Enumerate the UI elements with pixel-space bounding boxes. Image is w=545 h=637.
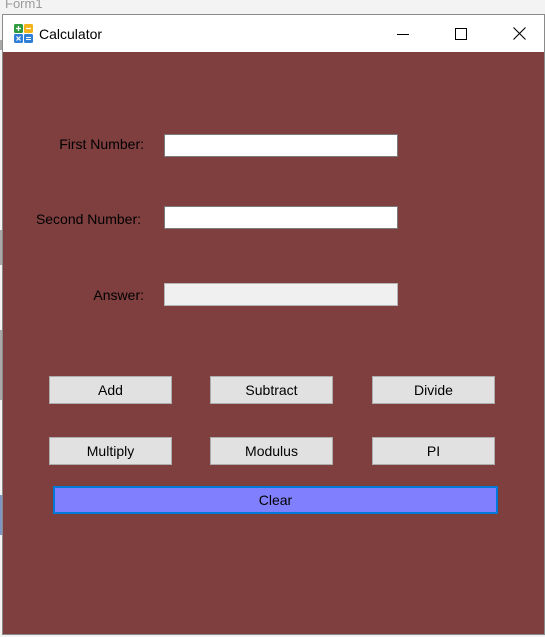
second-number-label: Second Number: — [35, 211, 141, 227]
calculator-app-icon — [14, 24, 33, 43]
first-number-label: First Number: — [59, 136, 144, 152]
minimize-icon — [397, 33, 409, 35]
answer-field — [164, 283, 398, 306]
pi-button[interactable]: PI — [372, 437, 495, 465]
calculator-window: Calculator First Number: Second Number: … — [2, 14, 545, 635]
close-icon — [512, 27, 526, 40]
window-title: Calculator — [39, 26, 103, 42]
close-button[interactable] — [490, 15, 545, 52]
title-bar[interactable]: Calculator — [3, 15, 544, 52]
first-number-input[interactable] — [164, 134, 398, 157]
divide-button[interactable]: Divide — [372, 376, 495, 404]
maximize-button[interactable] — [432, 15, 490, 52]
background-window-title: Form1 — [5, 0, 43, 11]
subtract-button[interactable]: Subtract — [210, 376, 333, 404]
add-button[interactable]: Add — [49, 376, 172, 404]
minimize-button[interactable] — [374, 15, 432, 52]
maximize-icon — [455, 27, 467, 40]
second-number-input[interactable] — [164, 206, 398, 229]
modulus-button[interactable]: Modulus — [210, 437, 333, 465]
desktop: Form1 Calculator First Number: Second Nu… — [0, 0, 545, 637]
clear-button[interactable]: Clear — [53, 486, 498, 514]
answer-label: Answer: — [93, 287, 144, 303]
multiply-button[interactable]: Multiply — [49, 437, 172, 465]
